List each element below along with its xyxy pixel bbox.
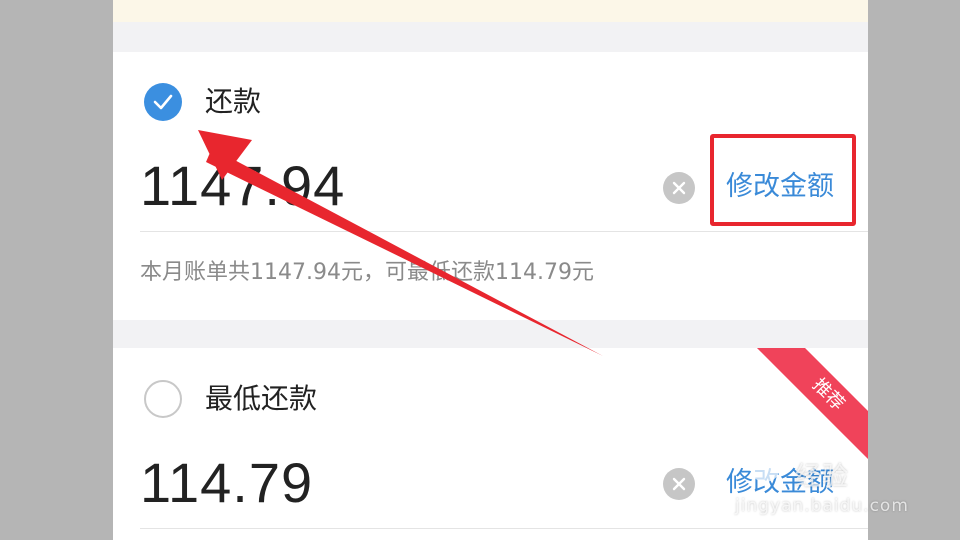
divider bbox=[140, 231, 868, 232]
watermark: 经验 jingyan.baidu.com bbox=[735, 430, 925, 520]
radio-unchecked-icon[interactable] bbox=[144, 380, 182, 418]
watermark-title: 经验 bbox=[795, 462, 850, 492]
notice-banner bbox=[113, 0, 868, 22]
baidu-paw-icon bbox=[745, 436, 785, 482]
watermark-url: jingyan.baidu.com bbox=[735, 496, 909, 516]
radio-checked-icon[interactable] bbox=[144, 83, 182, 121]
amount-input-full[interactable]: 1147.94 bbox=[140, 154, 345, 218]
annotation-highlight-box bbox=[710, 134, 856, 226]
bill-hint-text: 本月账单共1147.94元，可最低还款114.79元 bbox=[140, 260, 594, 285]
clear-icon[interactable] bbox=[663, 468, 695, 500]
checkmark-icon bbox=[153, 94, 173, 110]
option-label-full: 还款 bbox=[205, 85, 262, 118]
amount-input-minimum[interactable]: 114.79 bbox=[140, 451, 313, 515]
clear-icon[interactable] bbox=[663, 172, 695, 204]
option-label-minimum: 最低还款 bbox=[205, 382, 318, 415]
divider bbox=[140, 528, 868, 529]
